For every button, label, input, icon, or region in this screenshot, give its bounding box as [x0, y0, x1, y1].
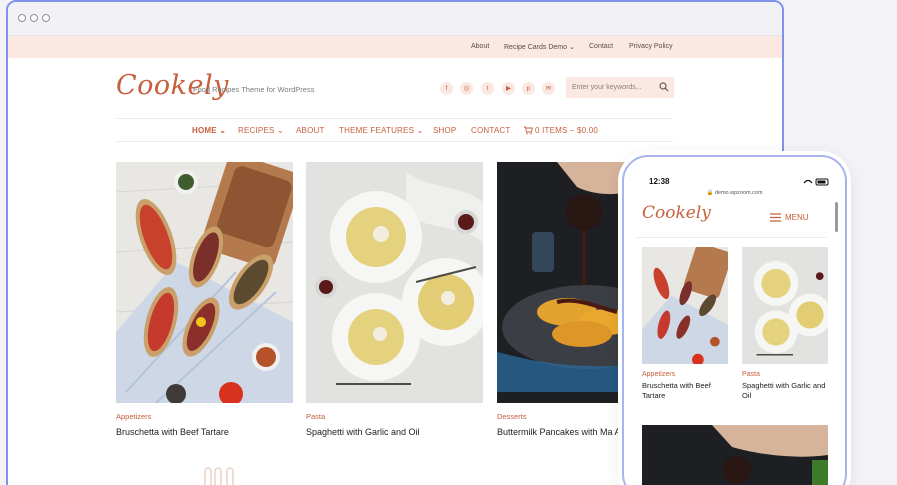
recipe-card[interactable]: Pasta Spaghetti with Garlic and Oil — [306, 162, 483, 438]
phone-pancakes-photo — [642, 425, 828, 485]
recipe-title[interactable]: Bruschetta with Beef Tartare — [116, 426, 293, 438]
phone-site-logo[interactable]: Cookely — [642, 203, 711, 223]
spaghetti-photo — [306, 162, 483, 403]
phone-time: 12:38 — [649, 177, 670, 186]
facebook-icon[interactable]: f — [440, 82, 453, 95]
search-input[interactable]: Enter your keywords... — [566, 77, 674, 98]
phone-status-icons — [803, 178, 829, 186]
main-navigation: HOME ⌄ RECIPES ⌄ ABOUT THEME FEATURES ⌄ … — [116, 118, 673, 142]
bruschetta-photo — [116, 162, 293, 403]
window-minimize-button[interactable] — [30, 14, 38, 22]
window-maximize-button[interactable] — [42, 14, 50, 22]
recipe-title[interactable]: Spaghetti with Garlic and Oil — [306, 426, 483, 438]
phone-bruschetta-photo — [642, 247, 728, 364]
hamburger-menu-icon[interactable] — [770, 213, 781, 222]
phone-scrollbar[interactable] — [835, 202, 838, 232]
nav-theme-features[interactable]: THEME FEATURES ⌄ — [339, 126, 423, 135]
phone-recipe-image-spaghetti[interactable] — [742, 247, 828, 364]
topbar-link-contact[interactable]: Contact — [589, 43, 613, 50]
recipe-image-spaghetti[interactable] — [306, 162, 483, 403]
recipe-image-bruschetta[interactable] — [116, 162, 293, 403]
window-close-button[interactable] — [18, 14, 26, 22]
phone-recipe-image-bruschetta[interactable] — [642, 247, 728, 364]
email-icon[interactable]: ✉ — [542, 82, 555, 95]
browser-titlebar — [8, 2, 782, 36]
phone-url-bar[interactable]: 🔒 demo.wpzoom.com — [624, 190, 845, 196]
phone-divider — [636, 237, 826, 238]
site-header: Cookely Food Recipes Theme for WordPress… — [8, 58, 782, 118]
nav-shop[interactable]: SHOP — [433, 126, 456, 135]
phone-spaghetti-photo — [742, 247, 828, 364]
nav-about[interactable]: ABOUT — [296, 126, 325, 135]
decorative-utensils — [204, 467, 234, 485]
phone-recipe-title[interactable]: Bruschetta with Beef Tartare — [642, 381, 728, 401]
topbar-link-about[interactable]: About — [471, 43, 489, 50]
phone-recipe-image-pancakes[interactable] — [642, 425, 828, 485]
phone-recipe-category[interactable]: Appetizers — [642, 371, 728, 378]
recipe-card[interactable]: Appetizers Bruschetta with Beef Tartare — [116, 162, 293, 438]
search-icon[interactable] — [659, 82, 669, 92]
nav-recipes[interactable]: RECIPES ⌄ — [238, 126, 284, 135]
phone-recipe-category[interactable]: Pasta — [742, 371, 828, 378]
phone-menu-button[interactable]: MENU — [785, 213, 809, 222]
top-bar: About Recipe Cards Demo ⌄ Contact Privac… — [8, 36, 782, 58]
topbar-link-recipe-cards-demo[interactable]: Recipe Cards Demo ⌄ — [504, 43, 575, 51]
recipe-category[interactable]: Appetizers — [116, 412, 293, 421]
phone-mockup: 12:38 🔒 demo.wpzoom.com Cookely MENU App… — [622, 155, 847, 485]
cart-icon[interactable] — [523, 125, 533, 135]
site-tagline: Food Recipes Theme for WordPress — [193, 85, 315, 94]
nav-home[interactable]: HOME ⌄ — [192, 126, 226, 135]
nav-contact[interactable]: CONTACT — [471, 126, 510, 135]
youtube-icon[interactable]: ▶ — [502, 82, 515, 95]
phone-recipe-card[interactable]: Appetizers Bruschetta with Beef Tartare — [642, 247, 728, 401]
recipe-category[interactable]: Pasta — [306, 412, 483, 421]
instagram-icon[interactable]: ◎ — [460, 82, 473, 95]
phone-recipe-card[interactable]: Pasta Spaghetti with Garlic and Oil — [742, 247, 828, 401]
phone-recipe-title[interactable]: Spaghetti with Garlic and Oil — [742, 381, 828, 401]
topbar-link-privacy-policy[interactable]: Privacy Policy — [629, 43, 673, 50]
pinterest-icon[interactable]: p — [522, 82, 535, 95]
nav-cart[interactable]: 0 ITEMS – $0.00 — [535, 126, 598, 135]
twitter-icon[interactable]: t — [481, 82, 494, 95]
